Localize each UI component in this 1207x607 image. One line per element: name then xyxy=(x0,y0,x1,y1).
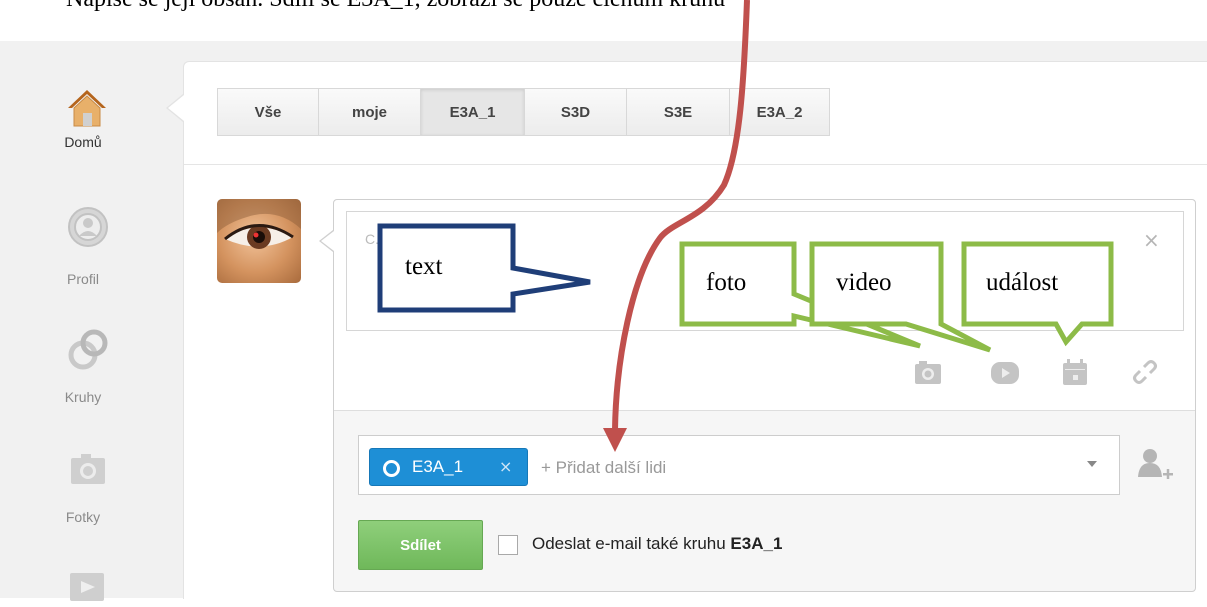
avatar[interactable] xyxy=(217,199,301,283)
panel-pointer-inner xyxy=(168,95,184,121)
tab-all[interactable]: Vše xyxy=(217,88,318,136)
tab-s3e[interactable]: S3E xyxy=(626,88,729,136)
post-text-input[interactable] xyxy=(346,211,1184,331)
add-video-icon[interactable] xyxy=(988,355,1022,389)
share-box-pointer-inner xyxy=(321,231,334,251)
remove-chip-icon[interactable]: × xyxy=(499,449,512,485)
circle-chip-icon xyxy=(383,460,400,477)
circle-chip-label: E3A_1 xyxy=(412,457,464,476)
sidebar-item-label: Profil xyxy=(67,271,99,287)
tab-e3a-2[interactable]: E3A_2 xyxy=(729,88,830,136)
add-people-input[interactable]: + Přidat další lidi xyxy=(541,456,666,480)
chevron-down-icon[interactable] xyxy=(1087,461,1097,467)
post-placeholder: C... xyxy=(365,231,387,247)
close-icon[interactable]: × xyxy=(1143,230,1160,250)
sidebar-item-label: Kruhy xyxy=(64,389,102,405)
add-person-icon[interactable] xyxy=(1133,443,1177,487)
email-circle-label: Odeslat e-mail také kruhu E3A_1 xyxy=(532,532,782,556)
add-photo-icon[interactable] xyxy=(911,355,945,389)
calendar-icon[interactable] xyxy=(1058,355,1092,389)
tab-e3a-1[interactable]: E3A_1 xyxy=(420,88,524,136)
email-label-text: Odeslat e-mail také kruhu xyxy=(532,534,731,553)
sidebar-item-label: Domů xyxy=(64,134,102,150)
home-icon xyxy=(68,90,106,127)
circle-tabs: Vše moje E3A_1 S3D S3E E3A_2 xyxy=(217,88,830,136)
circle-chip[interactable]: E3A_1 × xyxy=(369,448,528,486)
link-icon[interactable] xyxy=(1128,355,1162,389)
circles-icon xyxy=(68,329,108,370)
video-icon xyxy=(70,573,104,601)
camera-icon xyxy=(71,454,105,484)
sidebar: Domů Profil Kruhy Fotky xyxy=(8,41,176,601)
tab-mine[interactable]: moje xyxy=(318,88,420,136)
email-circle-checkbox[interactable] xyxy=(498,535,518,555)
tabs-divider xyxy=(184,164,1207,165)
tab-s3d[interactable]: S3D xyxy=(524,88,626,136)
sidebar-item-label: Fotky xyxy=(65,509,101,525)
avatar-eye-image xyxy=(217,199,301,249)
email-label-circle: E3A_1 xyxy=(730,534,783,553)
share-button[interactable]: Sdílet xyxy=(358,520,483,570)
profile-icon xyxy=(68,207,108,247)
top-caption: Napíše se její obsah. Sdílí se E3A_1, zo… xyxy=(66,0,725,14)
